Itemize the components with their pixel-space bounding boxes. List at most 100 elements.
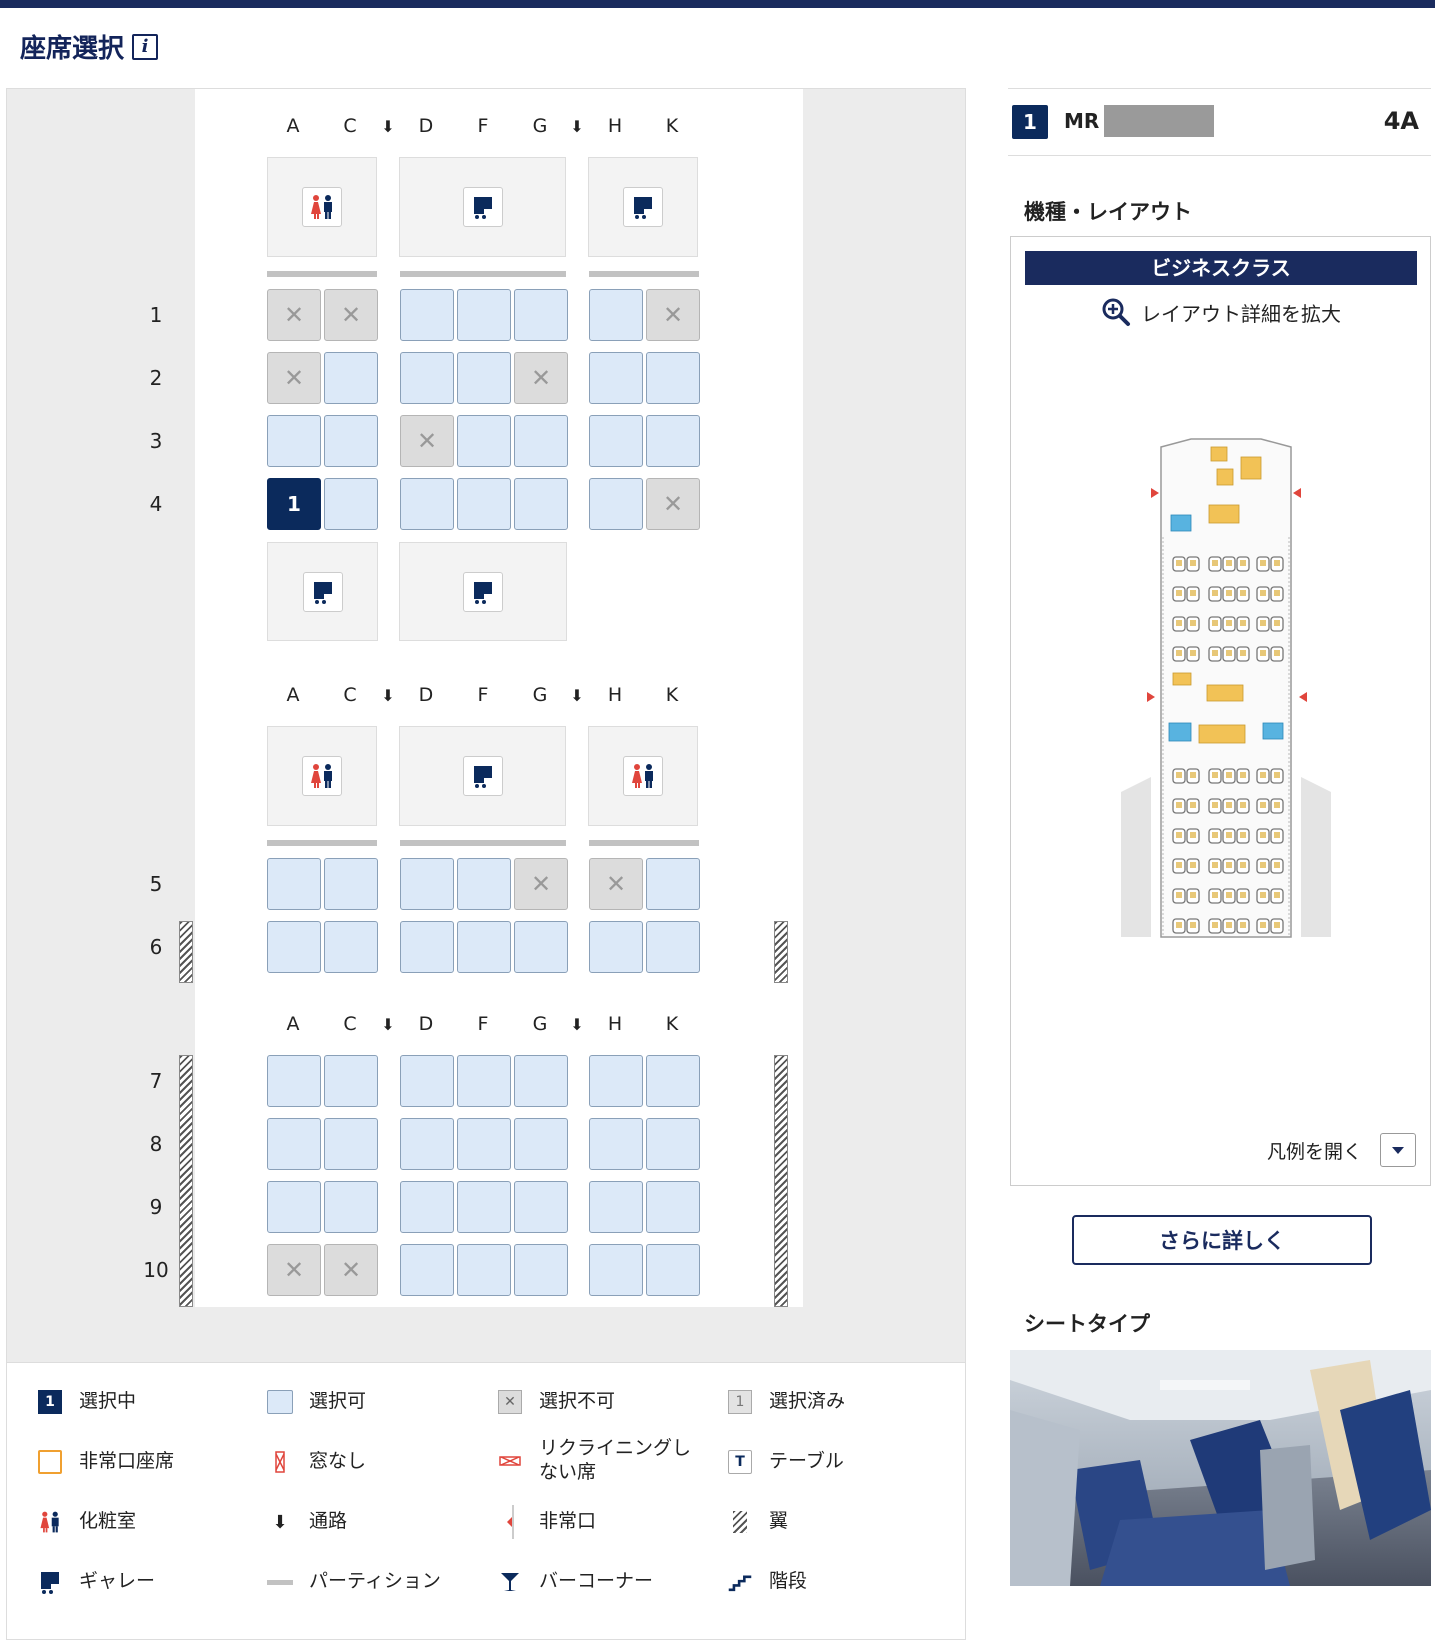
aisle-arrow-icon: ⬇: [272, 1511, 288, 1533]
mini-galley: [1208, 504, 1240, 524]
seat-5a[interactable]: [267, 858, 321, 910]
seat-8a[interactable]: [267, 1118, 321, 1170]
column-header-h: H: [607, 115, 623, 137]
column-header-c: C: [343, 684, 357, 706]
seat-9c[interactable]: [324, 1181, 378, 1233]
lavatory-icon: [311, 195, 332, 219]
seat-7f[interactable]: [457, 1055, 511, 1107]
seat-4c[interactable]: [324, 478, 378, 530]
seat-8c[interactable]: [324, 1118, 378, 1170]
seat-6a[interactable]: [267, 921, 321, 973]
seat-10h[interactable]: [589, 1244, 643, 1296]
legend-item-no-window: 窓なし: [267, 1449, 366, 1475]
seat-8d[interactable]: [400, 1118, 454, 1170]
seat-7k[interactable]: [646, 1055, 700, 1107]
legend-label: 選択可: [309, 1390, 367, 1413]
seat-3g[interactable]: [514, 415, 568, 467]
mini-wing-left: [1121, 777, 1151, 937]
seat-9f[interactable]: [457, 1181, 511, 1233]
seat-5k[interactable]: [646, 858, 700, 910]
seat-7d[interactable]: [400, 1055, 454, 1107]
legend-item-exit-row: 非常口座席: [37, 1449, 174, 1475]
seat-2c[interactable]: [324, 352, 378, 404]
exit-row-seat-icon: [37, 1449, 63, 1475]
seat-5c[interactable]: [324, 858, 378, 910]
seat-2d[interactable]: [400, 352, 454, 404]
seat-8k[interactable]: [646, 1118, 700, 1170]
seat-8f[interactable]: [457, 1118, 511, 1170]
bar-corner-icon: [497, 1569, 523, 1595]
seat-6k[interactable]: [646, 921, 700, 973]
mini-lavatory: [1262, 722, 1284, 740]
seat-10f[interactable]: [457, 1244, 511, 1296]
info-icon[interactable]: i: [132, 33, 159, 60]
legend-label: 非常口: [539, 1510, 597, 1533]
legend-label: 選択不可: [539, 1390, 616, 1413]
zoom-layout-link[interactable]: レイアウト詳細を拡大: [1101, 297, 1341, 327]
seat-9k[interactable]: [646, 1181, 700, 1233]
seat-5g: ✕: [514, 858, 568, 910]
seat-4f[interactable]: [457, 478, 511, 530]
wing-marker-left: [179, 921, 193, 983]
seat-9g[interactable]: [514, 1181, 568, 1233]
passenger-row[interactable]: 1 MR 4A: [1008, 88, 1431, 156]
seat-4h[interactable]: [589, 478, 643, 530]
seat-7c[interactable]: [324, 1055, 378, 1107]
seat-6f[interactable]: [457, 921, 511, 973]
column-header-h: H: [607, 1013, 623, 1035]
seat-10g[interactable]: [514, 1244, 568, 1296]
seat-2a: ✕: [267, 352, 321, 404]
seat-2h[interactable]: [589, 352, 643, 404]
seat-1c: ✕: [324, 289, 378, 341]
seat-10d[interactable]: [400, 1244, 454, 1296]
mini-galley: [1216, 468, 1234, 486]
seat-3f[interactable]: [457, 415, 511, 467]
legend-label: 通路: [309, 1510, 348, 1533]
seat-1g[interactable]: [514, 289, 568, 341]
chevron-down-icon[interactable]: [1380, 1133, 1416, 1167]
seat-3h[interactable]: [589, 415, 643, 467]
legend-item-bar: バーコーナー: [497, 1569, 653, 1595]
seat-7g[interactable]: [514, 1055, 568, 1107]
seat-7h[interactable]: [589, 1055, 643, 1107]
seat-6d[interactable]: [400, 921, 454, 973]
galley-icon: [473, 766, 492, 788]
column-header-d: D: [418, 684, 434, 706]
seat-1h[interactable]: [589, 289, 643, 341]
column-header-a: A: [286, 684, 300, 706]
seat-3k[interactable]: [646, 415, 700, 467]
galley-icon: [313, 581, 332, 604]
seat-1d[interactable]: [400, 289, 454, 341]
seat-4g[interactable]: [514, 478, 568, 530]
seat-4d[interactable]: [400, 478, 454, 530]
seat-6h[interactable]: [589, 921, 643, 973]
seat-4a[interactable]: 1: [267, 478, 321, 530]
seat-8g[interactable]: [514, 1118, 568, 1170]
aircraft-miniature-diagram[interactable]: [1011, 437, 1432, 997]
lavatory-icon: [40, 1511, 59, 1533]
seat-2f[interactable]: [457, 352, 511, 404]
legend-item-taken: 1 選択済み: [727, 1389, 845, 1415]
seat-5f[interactable]: [457, 858, 511, 910]
open-legend-toggle[interactable]: 凡例を開く: [1267, 1133, 1416, 1167]
seat-3c[interactable]: [324, 415, 378, 467]
seat-10k[interactable]: [646, 1244, 700, 1296]
seat-9h[interactable]: [589, 1181, 643, 1233]
seat-2k[interactable]: [646, 352, 700, 404]
seat-9d[interactable]: [400, 1181, 454, 1233]
seat-9a[interactable]: [267, 1181, 321, 1233]
seat-3a[interactable]: [267, 415, 321, 467]
galley-icon: [41, 1572, 59, 1594]
page-title: 座席選択 i: [20, 28, 159, 65]
legend-label: 選択済み: [769, 1390, 846, 1413]
seat-10a: ✕: [267, 1244, 321, 1296]
column-header-c: C: [343, 115, 357, 137]
seat-6c[interactable]: [324, 921, 378, 973]
seat-5d[interactable]: [400, 858, 454, 910]
seat-1f[interactable]: [457, 289, 511, 341]
seat-7a[interactable]: [267, 1055, 321, 1107]
more-details-button[interactable]: さらに詳しく: [1072, 1215, 1372, 1265]
seat-6g[interactable]: [514, 921, 568, 973]
mini-galley: [1210, 446, 1228, 462]
seat-8h[interactable]: [589, 1118, 643, 1170]
